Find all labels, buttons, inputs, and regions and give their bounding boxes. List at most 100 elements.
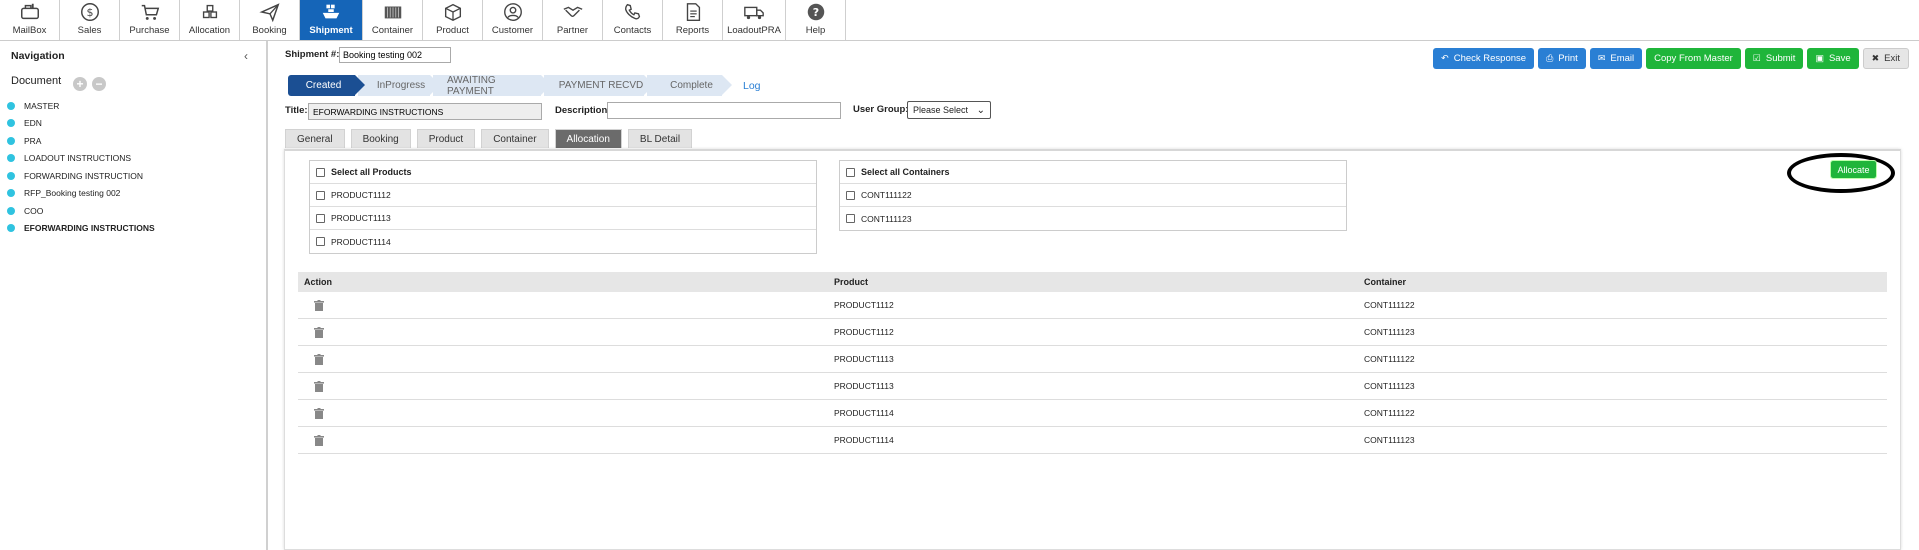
allocation-icon bbox=[202, 4, 217, 19]
copy-from-master-button[interactable]: Copy From Master bbox=[1646, 48, 1741, 69]
sidebar-item-edn[interactable]: EDN bbox=[7, 115, 155, 133]
tab-container[interactable]: Container bbox=[481, 129, 549, 148]
containers-select-box: Select all Containers CONT111122 CONT111… bbox=[839, 160, 1347, 231]
button-label: Exit bbox=[1884, 53, 1900, 64]
product-row[interactable]: PRODUCT1113 bbox=[310, 207, 816, 230]
cart-icon bbox=[141, 4, 159, 20]
container-checkbox[interactable] bbox=[846, 214, 855, 223]
log-link[interactable]: Log bbox=[743, 75, 761, 96]
nav-customer[interactable]: Customer bbox=[483, 0, 543, 40]
nav-shipment[interactable]: Shipment bbox=[300, 0, 363, 40]
select-all-products-checkbox[interactable] bbox=[316, 167, 325, 177]
check-response-button[interactable]: ↶ Check Response bbox=[1433, 48, 1535, 69]
print-button[interactable]: ⎙ Print bbox=[1538, 48, 1586, 69]
sidebar-item-forwarding-instruction[interactable]: FORWARDING INSTRUCTION bbox=[7, 167, 155, 185]
product-cell: PRODUCT1114 bbox=[834, 408, 894, 418]
tab-general[interactable]: General bbox=[285, 129, 345, 148]
product-row[interactable]: PRODUCT1114 bbox=[310, 230, 816, 253]
nav-reports[interactable]: Reports bbox=[663, 0, 723, 40]
tab-allocation[interactable]: Allocation bbox=[554, 129, 622, 148]
allocate-button[interactable]: Allocate bbox=[1830, 160, 1877, 179]
nav-purchase[interactable]: Purchase bbox=[120, 0, 180, 40]
tab-bl-detail[interactable]: BL Detail bbox=[627, 129, 693, 148]
nav-partner[interactable]: Partner bbox=[543, 0, 603, 40]
select-all-containers-checkbox[interactable] bbox=[846, 167, 855, 177]
trash-icon[interactable] bbox=[314, 353, 324, 365]
help-icon: ? bbox=[807, 3, 824, 21]
nav-mailbox[interactable]: MailBox bbox=[0, 0, 60, 40]
sidebar-item-label: COO bbox=[24, 205, 44, 216]
nav-label: Contacts bbox=[613, 25, 652, 36]
sidebar-item-label: EFORWARDING INSTRUCTIONS bbox=[24, 223, 155, 234]
sidebar-item-pra[interactable]: PRA bbox=[7, 132, 155, 150]
description-input[interactable] bbox=[607, 102, 841, 119]
remove-document-icon[interactable]: − bbox=[92, 77, 106, 91]
box-icon bbox=[444, 3, 461, 22]
email-button[interactable]: ✉ Email bbox=[1589, 48, 1643, 69]
table-row: PRODUCT1113 CONT111123 bbox=[298, 373, 1887, 400]
trash-icon[interactable] bbox=[314, 299, 324, 311]
step-inprogress: InProgress bbox=[358, 75, 440, 96]
title-input[interactable] bbox=[308, 103, 542, 120]
check-square-icon: ☑ bbox=[1752, 53, 1761, 63]
tab-booking[interactable]: Booking bbox=[350, 129, 411, 148]
products-select-box: Select all Products PRODUCT1112 PRODUCT1… bbox=[309, 160, 817, 254]
select-all-containers-row[interactable]: Select all Containers bbox=[840, 161, 1346, 184]
sidebar-item-loadout-instructions[interactable]: LOADOUT INSTRUCTIONS bbox=[7, 150, 155, 168]
container-cell: CONT111122 bbox=[1364, 408, 1415, 418]
shipment-number-input[interactable] bbox=[339, 47, 451, 63]
nav-help[interactable]: ? Help bbox=[786, 0, 846, 40]
button-label: Copy From Master bbox=[1654, 53, 1733, 64]
tab-product[interactable]: Product bbox=[416, 129, 476, 148]
chevron-down-icon: ⌄ bbox=[976, 104, 985, 116]
container-row[interactable]: CONT111123 bbox=[840, 207, 1346, 230]
trash-icon[interactable] bbox=[314, 434, 324, 446]
nav-allocation[interactable]: Allocation bbox=[180, 0, 240, 40]
nav-container[interactable]: Container bbox=[363, 0, 423, 40]
sidebar-item-rfp-booking[interactable]: RFP_Booking testing 002 bbox=[7, 185, 155, 203]
sidebar-item-coo[interactable]: COO bbox=[7, 202, 155, 220]
step-payment-recvd: PAYMENT RECVD bbox=[544, 75, 654, 96]
add-document-icon[interactable]: + bbox=[73, 77, 87, 91]
nav-product[interactable]: Product bbox=[423, 0, 483, 40]
sidebar-item-label: RFP_Booking testing 002 bbox=[24, 188, 121, 199]
product-checkbox[interactable] bbox=[316, 213, 325, 223]
select-all-containers-label: Select all Containers bbox=[861, 167, 950, 177]
nav-sales[interactable]: $ Sales bbox=[60, 0, 120, 40]
button-label: Print bbox=[1558, 53, 1578, 64]
container-cell: CONT111123 bbox=[1364, 435, 1415, 445]
trash-icon[interactable] bbox=[314, 326, 324, 338]
table-header: Action Product Container bbox=[298, 272, 1887, 292]
sidebar-item-master[interactable]: MASTER bbox=[7, 97, 155, 115]
sidebar-item-eforwarding-instructions[interactable]: EFORWARDING INSTRUCTIONS bbox=[7, 220, 155, 238]
trash-icon[interactable] bbox=[314, 407, 324, 419]
collapse-sidebar-icon[interactable]: ‹ bbox=[244, 49, 248, 63]
nav-booking[interactable]: Booking bbox=[240, 0, 300, 40]
sidebar-item-label: EDN bbox=[24, 118, 42, 129]
nav-loadoutpra[interactable]: LoadoutPRA bbox=[723, 0, 786, 40]
container-row[interactable]: CONT111122 bbox=[840, 184, 1346, 207]
email-icon: ✉ bbox=[1597, 53, 1606, 63]
product-label: PRODUCT1114 bbox=[331, 236, 391, 247]
nav-contacts[interactable]: Contacts bbox=[603, 0, 663, 40]
save-button[interactable]: ▣ Save bbox=[1807, 48, 1859, 69]
button-label: Submit bbox=[1765, 53, 1796, 64]
table-row: PRODUCT1114 CONT111122 bbox=[298, 400, 1887, 427]
select-all-products-row[interactable]: Select all Products bbox=[310, 161, 816, 184]
user-group-select[interactable]: Please Select ⌄ bbox=[907, 101, 991, 119]
container-checkbox[interactable] bbox=[846, 190, 855, 200]
exit-button[interactable]: ✖ Exit bbox=[1862, 48, 1909, 69]
product-row[interactable]: PRODUCT1112 bbox=[310, 184, 816, 207]
submit-button[interactable]: ☑ Submit bbox=[1744, 48, 1804, 69]
product-checkbox[interactable] bbox=[316, 237, 325, 246]
product-checkbox[interactable] bbox=[316, 190, 325, 200]
button-label: Email bbox=[1610, 53, 1635, 64]
select-value: Please Select bbox=[913, 105, 969, 115]
nav-label: Purchase bbox=[129, 25, 170, 36]
bullet-dot-icon bbox=[7, 154, 15, 163]
ship-icon bbox=[322, 4, 340, 19]
dollar-icon: $ bbox=[80, 3, 99, 21]
nav-label: Customer bbox=[491, 25, 534, 36]
trash-icon[interactable] bbox=[314, 380, 324, 392]
title-label: Title: bbox=[285, 105, 308, 116]
